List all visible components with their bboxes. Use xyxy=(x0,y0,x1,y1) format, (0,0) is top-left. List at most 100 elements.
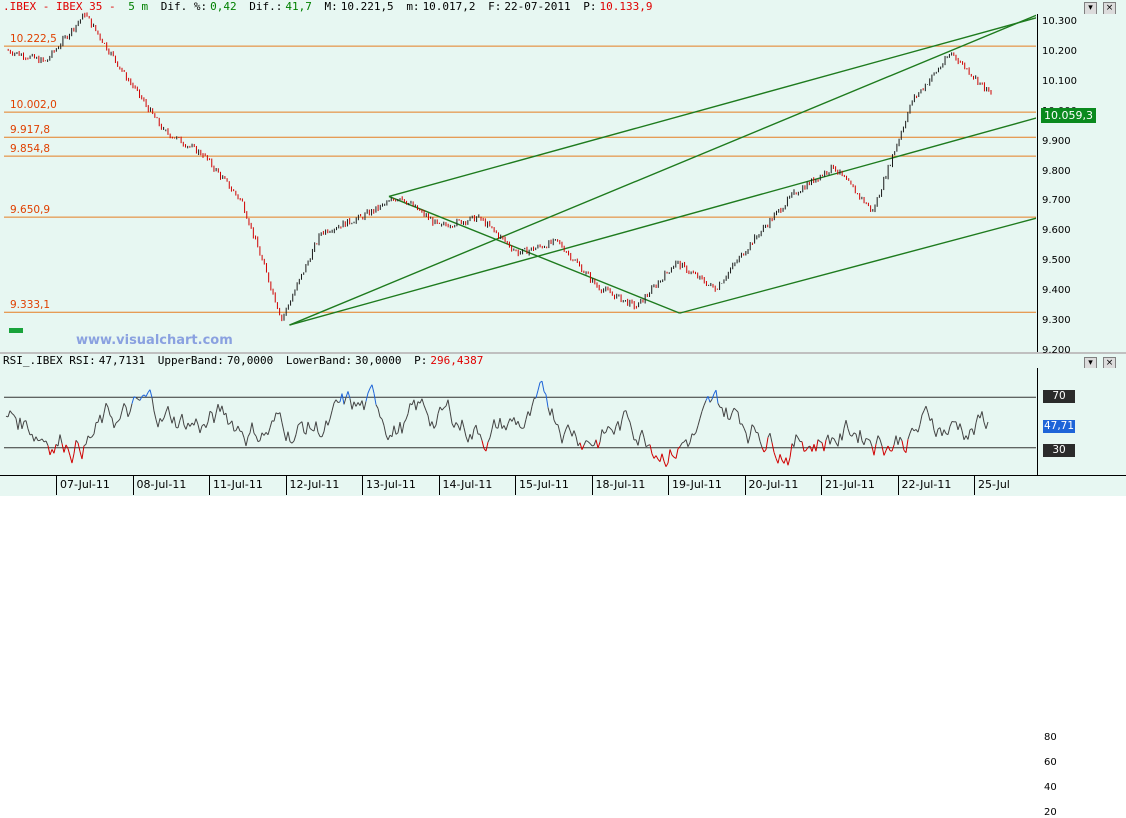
date-separator xyxy=(898,476,899,495)
date-label: 22-Jul-11 xyxy=(902,478,952,491)
rsi-segment xyxy=(386,435,388,440)
rsi-segment xyxy=(838,433,840,446)
rsi-segment xyxy=(438,407,440,414)
rsi-segment xyxy=(928,413,930,421)
rsi-segment xyxy=(722,408,724,417)
rsi-segment xyxy=(328,419,330,425)
rsi-tick-label: 20 xyxy=(1044,807,1057,818)
price-tick-label: 9.700 xyxy=(1042,195,1071,206)
rsi-segment xyxy=(374,393,376,405)
rsi-segment xyxy=(718,403,720,407)
rsi-segment xyxy=(948,426,950,434)
rsi-segment xyxy=(284,432,286,441)
rsi-chart[interactable] xyxy=(0,354,1036,475)
rsi-segment xyxy=(810,446,812,452)
rsi-segment xyxy=(128,412,130,417)
rsi-segment xyxy=(798,438,800,442)
rsi-segment xyxy=(548,407,550,415)
rsi-segment xyxy=(846,420,848,429)
rsi-segment xyxy=(606,426,608,432)
rsi-segment xyxy=(832,438,834,439)
rsi-segment xyxy=(108,407,110,415)
date-separator xyxy=(668,476,669,495)
rsi-segment xyxy=(308,422,310,428)
rsi-segment xyxy=(368,388,370,393)
rsi-segment xyxy=(480,434,482,440)
rsi-segment xyxy=(100,415,102,423)
price-tick-label: 9.300 xyxy=(1042,315,1071,326)
rsi-segment xyxy=(468,434,470,442)
rsi-segment xyxy=(10,411,12,414)
rsi-segment xyxy=(190,423,192,427)
price-candles xyxy=(8,12,991,321)
rsi-segment xyxy=(198,425,200,433)
rsi-segment xyxy=(462,420,464,428)
rsi-tick-label: 40 xyxy=(1044,782,1057,793)
rsi-segment xyxy=(156,419,158,427)
price-pane[interactable]: .IBEX - IBEX 35 - 5 m Dif. %:0,42 Dif.:4… xyxy=(0,0,1126,352)
rsi-segment xyxy=(856,434,858,443)
rsi-segment xyxy=(352,402,354,410)
rsi-segment xyxy=(642,430,644,437)
rsi-tick-label: 80 xyxy=(1044,732,1057,743)
rsi-segment xyxy=(292,441,294,443)
rsi-segment xyxy=(454,422,456,427)
rsi-segment xyxy=(764,450,766,452)
rsi-segment xyxy=(112,418,114,428)
date-separator xyxy=(592,476,593,495)
rsi-pane[interactable]: RSI_.IBEX RSI:47,7131 UpperBand:70,0000 … xyxy=(0,354,1126,475)
current-price-tag: 10.059,3 xyxy=(1041,108,1096,123)
rsi-segment xyxy=(234,431,236,432)
rsi-segment xyxy=(552,409,554,421)
rsi-segment xyxy=(142,395,144,396)
rsi-segment xyxy=(214,414,216,423)
rsi-segment xyxy=(626,411,628,418)
rsi-segment xyxy=(742,424,744,428)
rsi-segment xyxy=(216,404,218,413)
level-label: 9.650,9 xyxy=(10,204,50,216)
price-chart[interactable] xyxy=(0,0,1036,352)
rsi-segment xyxy=(640,430,642,436)
rsi-segment xyxy=(686,440,688,447)
rsi-segment xyxy=(692,434,694,435)
rsi-segment xyxy=(426,410,428,415)
chart-window: .IBEX - IBEX 35 - 5 m Dif. %:0,42 Dif.:4… xyxy=(0,0,1126,495)
rsi-segment xyxy=(22,421,24,429)
rsi-segment xyxy=(726,408,728,419)
rsi-segment xyxy=(16,418,18,429)
rsi-segment xyxy=(330,411,332,419)
rsi-segment xyxy=(586,441,588,442)
rsi-segment xyxy=(78,443,80,452)
rsi-current-tag: 47,71 xyxy=(1043,420,1075,433)
rsi-segment xyxy=(440,407,442,410)
rsi-segment xyxy=(486,442,488,451)
rsi-segment xyxy=(664,461,666,467)
date-label: 25-Jul xyxy=(978,478,1010,491)
date-separator xyxy=(209,476,210,495)
rsi-segment xyxy=(760,441,762,447)
rsi-segment xyxy=(680,443,682,447)
rsi-segment xyxy=(596,440,598,448)
rsi-segment xyxy=(406,414,408,420)
rsi-segment xyxy=(280,413,282,423)
date-label: 14-Jul-11 xyxy=(443,478,493,491)
rsi-segment xyxy=(960,424,962,431)
rsi-segment xyxy=(696,426,698,433)
rsi-segment xyxy=(158,418,160,427)
rsi-segment xyxy=(306,422,308,434)
rsi-segment xyxy=(854,433,856,434)
rsi-segment xyxy=(910,428,912,433)
rsi-segment xyxy=(524,419,526,428)
rsi-segment xyxy=(122,403,124,411)
rsi-segment xyxy=(200,426,202,433)
rsi-segment xyxy=(962,431,964,440)
rsi-segment xyxy=(476,425,478,434)
rsi-segment xyxy=(902,441,904,451)
rsi-segment xyxy=(662,454,664,461)
price-tick-label: 9.500 xyxy=(1042,255,1071,266)
rsi-segment xyxy=(796,435,798,438)
date-label: 13-Jul-11 xyxy=(366,478,416,491)
rsi-segment xyxy=(818,440,820,442)
price-tick-label: 9.900 xyxy=(1042,136,1071,147)
rsi-segment xyxy=(64,445,66,453)
